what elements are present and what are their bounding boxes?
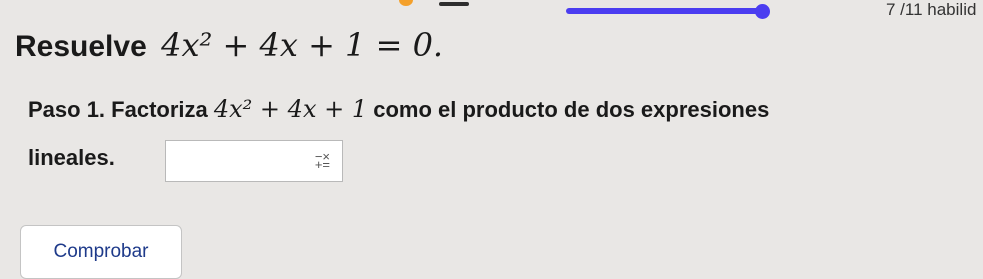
top-bar: 7 /11 habilid <box>0 0 983 20</box>
step-prefix: Paso 1. Factoriza <box>28 97 208 122</box>
step-suffix: como el producto de dos expresiones <box>373 97 770 122</box>
math-keyboard-icon[interactable]: −× += <box>315 150 330 171</box>
minimize-dash[interactable] <box>439 2 469 6</box>
question-title: Resuelve 4x² + 4x + 1 = 0. <box>15 26 443 64</box>
question-expression: 4x² + 4x + 1 = 0. <box>161 26 444 64</box>
progress-bar <box>566 8 762 14</box>
step-instruction: Paso 1. Factoriza 4x² + 4x + 1 como el p… <box>28 95 769 124</box>
answer-input[interactable]: −× += <box>165 140 343 182</box>
status-dot <box>399 0 413 6</box>
progress-counter: 7 /11 habilid <box>886 0 977 19</box>
question-label: Resuelve <box>15 30 147 63</box>
check-button[interactable]: Comprobar <box>20 225 182 279</box>
step-expression: 4x² + 4x + 1 <box>213 95 368 123</box>
step-instruction-line2: lineales. <box>28 145 115 170</box>
progress-knob <box>755 4 770 19</box>
